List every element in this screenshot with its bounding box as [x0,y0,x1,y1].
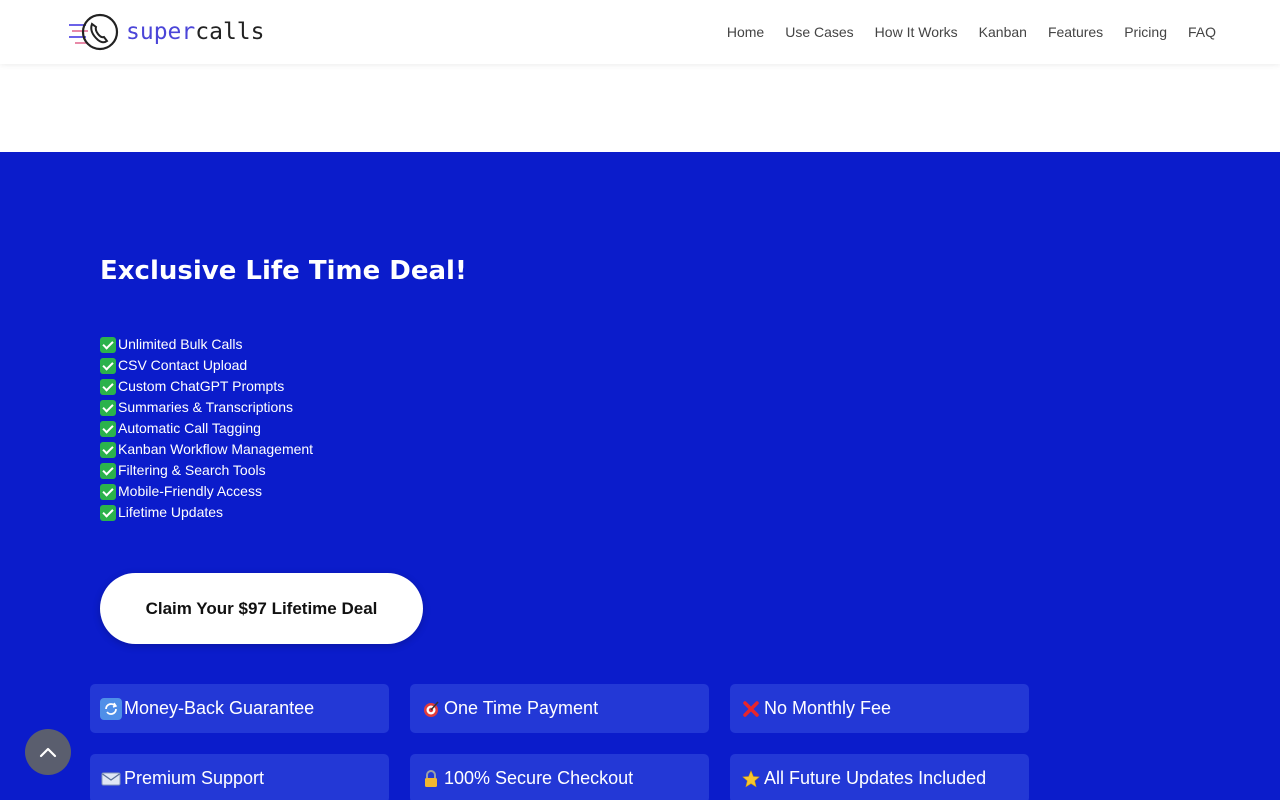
badge-label: Premium Support [124,768,265,788]
check-mark-icon [100,378,116,395]
feature-item: CSV Contact Upload [100,355,313,376]
feature-item: Filtering & Search Tools [100,460,313,481]
check-mark-icon [100,357,116,374]
deal-headline: Exclusive Life Time Deal! [100,256,467,286]
nav-how-it-works[interactable]: How It Works [875,22,958,42]
nav-pricing[interactable]: Pricing [1124,22,1167,42]
feature-item: Mobile-Friendly Access [100,481,313,502]
badge-premium-support: Premium Support [90,754,389,800]
badge-secure-checkout: 100% Secure Checkout [410,754,709,800]
lock-icon [420,768,442,790]
logo[interactable]: supercalls [68,12,265,52]
lifetime-deal-section: Exclusive Life Time Deal! Unlimited Bulk… [0,152,1280,800]
check-mark-icon [100,504,116,521]
scroll-to-top-button[interactable] [25,729,71,775]
check-mark-icon [100,336,116,353]
chevron-up-icon [39,747,57,758]
target-icon [420,698,442,720]
feature-item: Kanban Workflow Management [100,439,313,460]
nav-use-cases[interactable]: Use Cases [785,22,853,42]
check-mark-icon [100,420,116,437]
badge-label: 100% Secure Checkout [444,768,634,788]
feature-item: Automatic Call Tagging [100,418,313,439]
feature-list: Unlimited Bulk Calls CSV Contact Upload … [100,334,313,523]
check-mark-icon [100,441,116,458]
nav-kanban[interactable]: Kanban [979,22,1027,42]
brand-name-part2: calls [195,19,265,45]
badge-one-time-payment: One Time Payment [410,684,709,733]
feature-item: Lifetime Updates [100,502,313,523]
site-header: supercalls Home Use Cases How It Works K… [0,0,1280,64]
nav-faq[interactable]: FAQ [1188,22,1216,42]
badge-money-back: Money-Back Guarantee [90,684,389,733]
claim-deal-button[interactable]: Claim Your $97 Lifetime Deal [100,573,423,644]
feature-item: Custom ChatGPT Prompts [100,376,313,397]
mail-icon [100,768,122,790]
brand-name: supercalls [126,19,265,45]
badge-label: Money-Back Guarantee [124,698,315,718]
check-mark-icon [100,462,116,479]
brand-name-part1: super [126,19,196,45]
badge-label: No Monthly Fee [764,698,892,718]
badge-label: One Time Payment [444,698,599,718]
nav-home[interactable]: Home [727,22,764,42]
phone-logo-icon [69,13,119,51]
nav-features[interactable]: Features [1048,22,1103,42]
main-nav: Home Use Cases How It Works Kanban Featu… [727,22,1216,42]
badge-label: All Future Updates Included [764,768,987,788]
feature-item: Unlimited Bulk Calls [100,334,313,355]
cross-mark-icon [740,698,762,720]
check-mark-icon [100,399,116,416]
badge-future-updates: All Future Updates Included [730,754,1029,800]
star-icon [740,768,762,790]
refresh-icon [100,697,122,720]
badge-no-monthly-fee: No Monthly Fee [730,684,1029,733]
feature-item: Summaries & Transcriptions [100,397,313,418]
check-mark-icon [100,483,116,500]
